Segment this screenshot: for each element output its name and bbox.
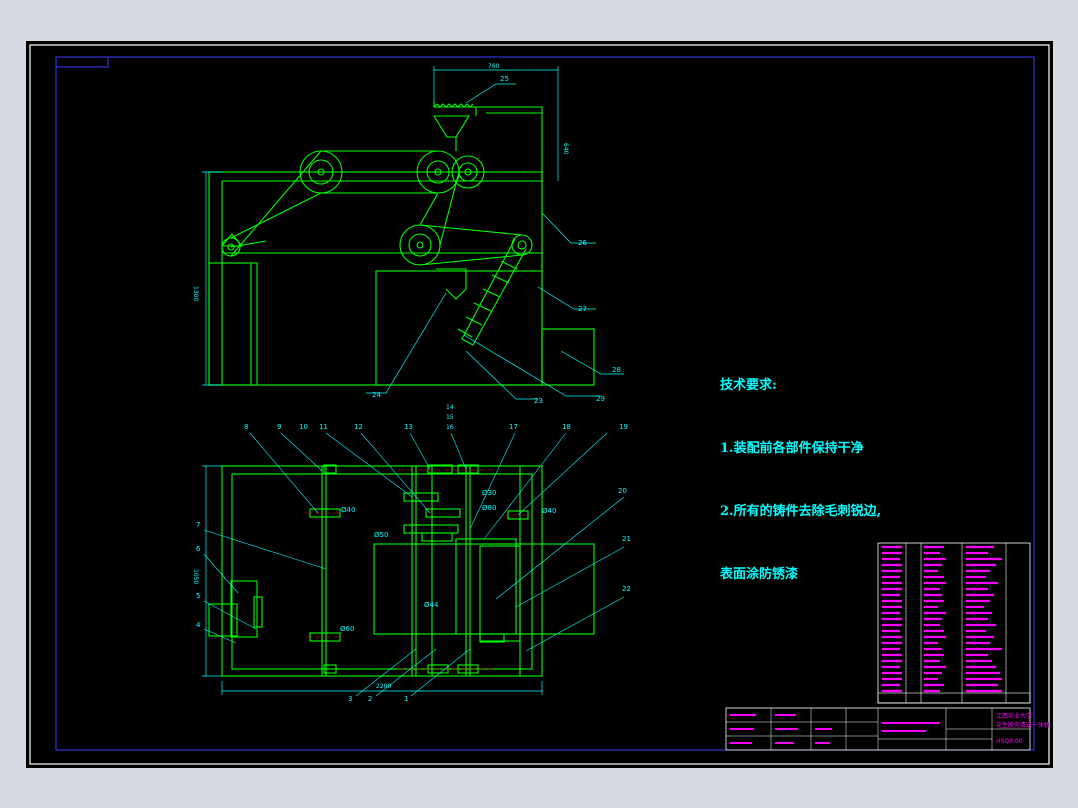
drawing-sheet: 760 640 1300 25 26 27 28 29 23 24 1050 2… (26, 41, 1053, 768)
callout-23: 23 (534, 397, 543, 405)
dim-side-height: 1300 (192, 286, 199, 301)
callout-24: 24 (372, 391, 381, 399)
tech-line-3: 表面涂防锈漆 (720, 567, 799, 582)
fit-label-2: Ø30 (482, 489, 496, 497)
callout-9: 9 (277, 423, 281, 431)
callout-8: 8 (244, 423, 248, 431)
callout-25: 25 (500, 75, 509, 83)
tech-line-1: 1.装配前各部件保持干净 (720, 441, 864, 456)
callout-6: 6 (196, 545, 201, 553)
elevation-dimensions (202, 171, 222, 386)
callout-12: 12 (354, 423, 363, 431)
callout-10: 10 (299, 423, 308, 431)
fit-label-3: Ø80 (482, 504, 496, 512)
parts-list (877, 542, 1031, 704)
inner-border (55, 56, 1035, 751)
dim-plan-height: 1050 (192, 569, 199, 584)
callout-3: 3 (348, 695, 352, 703)
title-block: 江西农业大学 花生脱壳清选一体机 HSQX-00 (725, 707, 1050, 751)
cad-drawing: 760 640 1300 25 26 27 28 29 23 24 1050 2… (29, 44, 1050, 765)
callout-17: 17 (509, 423, 518, 431)
callout-27: 27 (578, 305, 587, 313)
fit-label-7: Ø60 (340, 625, 354, 633)
fit-label-6: Ø44 (424, 601, 439, 609)
callout-2: 2 (368, 695, 372, 703)
corner-tag (55, 56, 109, 68)
callout-16: 16 (446, 424, 454, 431)
plan-view (208, 464, 595, 677)
callout-15: 15 (446, 414, 454, 421)
callout-4: 4 (196, 621, 201, 629)
callout-26: 26 (578, 239, 587, 247)
callout-28: 28 (612, 366, 621, 374)
fit-label-4: Ø50 (374, 531, 388, 539)
tech-line-2: 2.所有的铸件去除毛刺锐边, (720, 504, 882, 519)
dim-plan-width: 2200 (376, 683, 391, 690)
title-school: 江西农业大学 (996, 712, 1032, 720)
technical-requirements: 技术要求: 1.装配前各部件保持干净 2.所有的铸件去除毛刺锐边, 表面涂防锈漆 (720, 333, 881, 606)
callout-14: 14 (446, 404, 454, 411)
callout-11: 11 (319, 423, 328, 431)
tech-title: 技术要求: (720, 378, 777, 393)
fit-label-5: Ø40 (542, 507, 556, 515)
dim-top-width: 760 (488, 63, 500, 70)
fit-label-1: Ø40 (341, 506, 355, 514)
callout-5: 5 (196, 592, 200, 600)
callout-19: 19 (619, 423, 628, 431)
callout-22: 22 (622, 585, 631, 593)
title-drawing-no: HSQX-00 (996, 738, 1023, 745)
plan-leaders (203, 432, 625, 697)
elevation-view (208, 66, 595, 386)
callout-29: 29 (596, 395, 605, 403)
dim-hopper-height: 640 (562, 143, 569, 155)
callout-21: 21 (622, 535, 631, 543)
callout-7: 7 (196, 521, 200, 529)
callout-18: 18 (562, 423, 571, 431)
callout-13: 13 (404, 423, 413, 431)
title-drawing-name: 花生脱壳清选一体机 (996, 721, 1050, 729)
callout-1: 1 (404, 695, 408, 703)
callout-20: 20 (618, 487, 627, 495)
